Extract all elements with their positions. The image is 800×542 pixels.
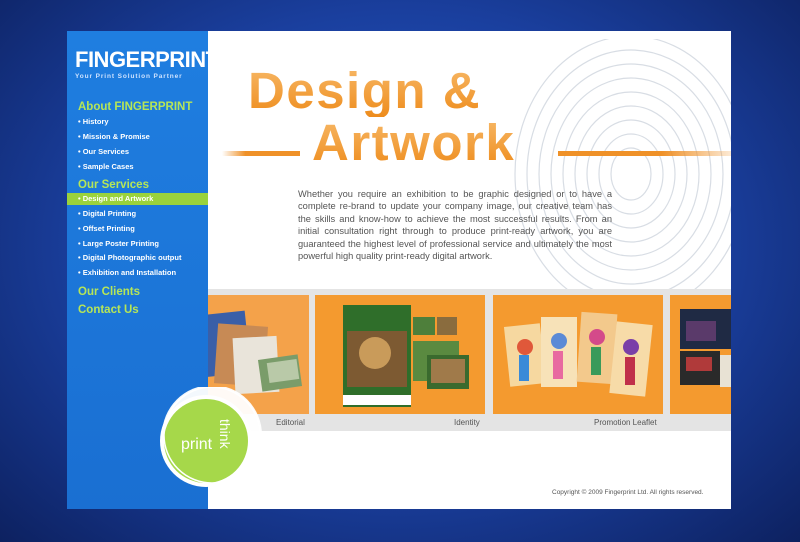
nav-item-digital-printing[interactable]: • Digital Printing — [78, 209, 136, 218]
page-frame: FINGERPRINT Your Print Solution Partner … — [67, 31, 731, 509]
promotion-leaflet-image — [493, 295, 663, 414]
intro-paragraph: Whether you require an exhibition to be … — [298, 189, 612, 262]
brand-tagline: Your Print Solution Partner — [75, 73, 183, 80]
identity-image — [315, 295, 485, 414]
badge-word-think: think — [217, 419, 233, 450]
main-content: Design & Artwork Whether you require an … — [208, 31, 731, 509]
page-title-line2: Artwork — [312, 114, 516, 171]
nav-item-mission[interactable]: • Mission & Promise — [78, 132, 150, 141]
brand-name: FINGERPRINT — [75, 47, 208, 72]
nav-item-exhibition[interactable]: • Exhibition and Installation — [78, 268, 176, 277]
page-title-line1: Design & — [248, 65, 515, 117]
nav-heading-services[interactable]: Our Services — [78, 179, 149, 191]
nav-heading-contact[interactable]: Contact Us — [78, 304, 139, 316]
logo[interactable]: FINGERPRINT Your Print Solution Partner — [75, 47, 208, 81]
nav-item-photographic[interactable]: • Digital Photographic output — [78, 253, 181, 262]
nav-item-our-services[interactable]: • Our Services — [78, 147, 129, 156]
nav-heading-clients[interactable]: Our Clients — [78, 286, 140, 298]
title-rule-right — [558, 151, 731, 156]
caption-identity: Identity — [454, 418, 480, 427]
think-print-badge: print think — [148, 385, 264, 491]
gallery-thumb-identity[interactable] — [315, 295, 485, 414]
gallery-thumb-fourth[interactable] — [670, 295, 731, 414]
badge-word-print: print — [181, 436, 213, 453]
nav-item-sample-cases[interactable]: • Sample Cases — [78, 162, 134, 171]
nav-item-design-artwork[interactable]: • Design and Artwork — [67, 193, 208, 205]
nav-heading-about[interactable]: About FINGERPRINT — [78, 101, 192, 113]
nav-item-large-poster[interactable]: • Large Poster Printing — [78, 239, 159, 248]
nav-item-history[interactable]: • History — [78, 117, 109, 126]
badge-circles: print think — [160, 385, 262, 487]
caption-editorial: Editorial — [276, 418, 305, 427]
fingerprint-watermark — [514, 39, 731, 309]
copyright-text: Copyright © 2009 Fingerprint Ltd. All ri… — [552, 489, 704, 496]
title-rule-left — [222, 151, 300, 156]
nav-item-offset-printing[interactable]: • Offset Printing — [78, 224, 135, 233]
fourth-gallery-image — [670, 295, 731, 414]
gallery-thumb-promotion-leaflet[interactable] — [493, 295, 663, 414]
caption-promotion-leaflet: Promotion Leaflet — [594, 418, 657, 427]
